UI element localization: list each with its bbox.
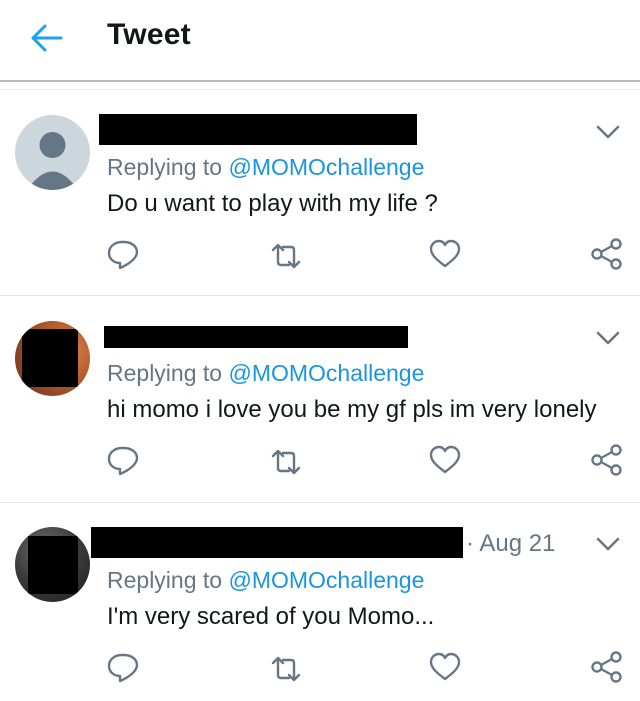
back-arrow-icon[interactable] [28, 22, 64, 54]
tweet-reply[interactable]: Replying to @MOMOchallenge hi momo i lov… [0, 296, 640, 503]
retweet-icon[interactable] [269, 653, 303, 685]
mention-link[interactable]: @MOMOchallenge [228, 360, 424, 386]
heart-icon[interactable] [428, 238, 462, 270]
redacted-username [99, 114, 417, 145]
tweet-reply[interactable]: · Aug 21 Replying to @MOMOchallenge I'm … [0, 503, 640, 701]
chevron-down-icon[interactable] [594, 534, 622, 554]
avatar[interactable] [15, 115, 90, 190]
chevron-down-icon[interactable] [594, 122, 622, 142]
heart-icon[interactable] [428, 651, 462, 683]
avatar[interactable] [15, 527, 90, 602]
share-icon[interactable] [590, 238, 624, 270]
replying-prefix: Replying to [107, 567, 223, 593]
chevron-down-icon[interactable] [594, 328, 622, 348]
top-bar: Tweet [0, 0, 640, 80]
reply-icon[interactable] [106, 444, 140, 476]
reply-icon[interactable] [106, 651, 140, 683]
retweet-icon[interactable] [269, 240, 303, 272]
redacted-avatar-face [28, 536, 78, 594]
replying-to: Replying to @MOMOchallenge [107, 154, 424, 181]
tweet-text: Do u want to play with my life ? [107, 190, 438, 217]
mention-link[interactable]: @MOMOchallenge [228, 154, 424, 180]
tweet-text: hi momo i love you be my gf pls im very … [107, 396, 597, 423]
mention-link[interactable]: @MOMOchallenge [228, 567, 424, 593]
redacted-username [104, 326, 408, 348]
reply-icon[interactable] [106, 238, 140, 270]
share-icon[interactable] [590, 651, 624, 683]
replying-to: Replying to @MOMOchallenge [107, 360, 424, 387]
replying-prefix: Replying to [107, 154, 223, 180]
replying-to: Replying to @MOMOchallenge [107, 567, 424, 594]
tweet-date[interactable]: · Aug 21 [466, 530, 555, 558]
avatar[interactable] [15, 321, 90, 396]
header-divider [0, 80, 640, 82]
redacted-username [91, 527, 463, 558]
tweet-reply[interactable]: Replying to @MOMOchallenge Do u want to … [0, 90, 640, 297]
page-title: Tweet [107, 18, 191, 51]
tweet-text: I'm very scared of you Momo... [107, 603, 435, 630]
replying-prefix: Replying to [107, 360, 223, 386]
retweet-icon[interactable] [269, 446, 303, 478]
heart-icon[interactable] [428, 444, 462, 476]
share-icon[interactable] [590, 444, 624, 476]
redacted-avatar-face [22, 329, 78, 387]
